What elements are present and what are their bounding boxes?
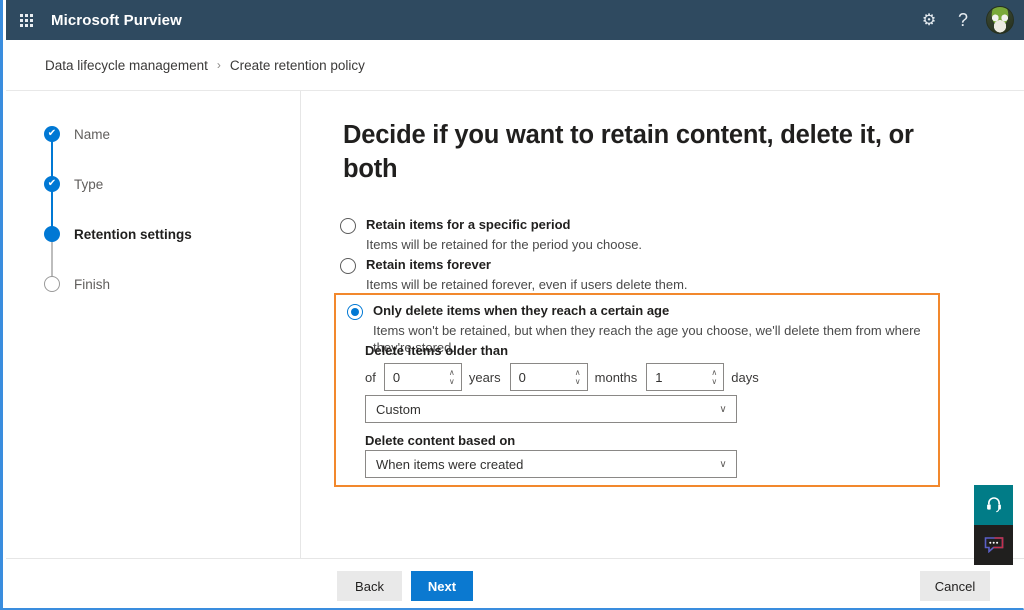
app-header: Microsoft Purview ⚙ ? bbox=[6, 0, 1024, 40]
radio-option-retain-forever[interactable]: Retain items forever Items will be retai… bbox=[340, 257, 688, 294]
delete-content-based-on-value: When items were created bbox=[376, 456, 524, 472]
page-title: Decide if you want to retain content, de… bbox=[343, 121, 914, 183]
sidebar-item-name[interactable]: ✔ Name bbox=[44, 124, 110, 144]
delete-option-content: Only delete items when they reach a cert… bbox=[336, 295, 938, 485]
avatar[interactable] bbox=[986, 6, 1014, 34]
app-title: Microsoft Purview bbox=[51, 11, 182, 29]
next-button[interactable]: Next bbox=[411, 571, 473, 601]
radio-button-icon[interactable] bbox=[340, 218, 356, 234]
days-spinner-arrows[interactable]: ∧ ∨ bbox=[705, 364, 723, 390]
help-headset-icon[interactable] bbox=[974, 485, 1013, 525]
radio-option-header: Retain items for a specific period bbox=[340, 217, 642, 234]
chevron-down-icon: ∨ bbox=[719, 403, 727, 415]
sidebar-item-label: Name bbox=[74, 126, 111, 142]
check-icon: ✔ bbox=[44, 126, 60, 142]
retention-period-preset-value: Custom bbox=[376, 401, 421, 417]
back-button[interactable]: Back bbox=[337, 571, 402, 601]
feedback-chat-bubble-icon[interactable] bbox=[974, 525, 1013, 565]
sidebar-item-retention-settings[interactable]: Retention settings bbox=[44, 224, 192, 244]
sidebar-item-finish[interactable]: Finish bbox=[44, 274, 110, 294]
radio-button-icon[interactable] bbox=[347, 304, 363, 320]
chevron-down-icon: ∨ bbox=[719, 458, 727, 470]
waffle-grid bbox=[19, 13, 33, 27]
breadcrumb-item-data-lifecycle-management[interactable]: Data lifecycle management bbox=[45, 58, 208, 73]
spin-down-icon[interactable]: ∨ bbox=[575, 377, 581, 386]
header-actions: ⚙ ? bbox=[912, 0, 1024, 40]
wizard-progress-rail: ✔ Name ✔ Type Retention settings Finish bbox=[6, 91, 301, 558]
delete-items-older-than-label: Delete items older than bbox=[365, 343, 509, 358]
question-mark-icon[interactable]: ? bbox=[946, 0, 980, 40]
empty-step-circle-icon bbox=[44, 276, 60, 292]
chevron-right-icon: › bbox=[216, 58, 221, 72]
radio-option-title: Only delete items when they reach a cert… bbox=[373, 303, 670, 318]
sidebar-item-type[interactable]: ✔ Type bbox=[44, 174, 103, 194]
delete-content-based-on-dropdown[interactable]: When items were created ∨ bbox=[365, 450, 737, 478]
radio-button-icon[interactable] bbox=[340, 258, 356, 274]
radio-option-only-delete-highlight-box[interactable]: Only delete items when they reach a cert… bbox=[334, 293, 940, 487]
days-unit-label: days bbox=[731, 369, 759, 385]
age-spinner-row: of 0 ∧ ∨ years 0 ∧ ∨ months 1 ∧ ∨ days bbox=[365, 363, 768, 391]
years-spinner-arrows[interactable]: ∧ ∨ bbox=[443, 364, 461, 390]
sidebar-item-label: Retention settings bbox=[74, 226, 192, 242]
app-window: Microsoft Purview ⚙ ? Data lifecycle man… bbox=[0, 0, 1024, 610]
cancel-button[interactable]: Cancel bbox=[920, 571, 990, 601]
months-unit-label: months bbox=[594, 369, 638, 385]
wizard-footer: Back Next Cancel bbox=[6, 558, 1024, 608]
radio-option-header: Only delete items when they reach a cert… bbox=[347, 303, 938, 320]
radio-option-description: Items will be retained forever, even if … bbox=[366, 277, 688, 292]
months-value[interactable]: 0 bbox=[511, 370, 569, 385]
app-launcher-waffle-icon[interactable] bbox=[6, 0, 46, 40]
spin-up-icon[interactable]: ∧ bbox=[449, 368, 455, 377]
days-spinner[interactable]: 1 ∧ ∨ bbox=[646, 363, 725, 391]
months-spinner-arrows[interactable]: ∧ ∨ bbox=[569, 364, 587, 390]
breadcrumb: Data lifecycle management › Create reten… bbox=[6, 40, 1024, 91]
gear-icon[interactable]: ⚙ bbox=[912, 0, 946, 40]
spin-down-icon[interactable]: ∨ bbox=[449, 377, 455, 386]
years-value[interactable]: 0 bbox=[385, 370, 443, 385]
spin-up-icon[interactable]: ∧ bbox=[711, 368, 717, 377]
sidebar-item-label: Type bbox=[74, 176, 104, 192]
delete-content-based-on-label: Delete content based on bbox=[365, 433, 516, 448]
current-step-dot-icon bbox=[44, 226, 60, 242]
radio-option-description: Items will be retained for the period yo… bbox=[366, 237, 643, 252]
radio-option-retain-specific-period[interactable]: Retain items for a specific period Items… bbox=[340, 217, 642, 254]
retention-period-preset-dropdown[interactable]: Custom ∨ bbox=[365, 395, 737, 423]
breadcrumb-item-create-retention-policy[interactable]: Create retention policy bbox=[230, 58, 365, 73]
years-unit-label: years bbox=[468, 369, 501, 385]
months-spinner[interactable]: 0 ∧ ∨ bbox=[509, 363, 588, 391]
days-value[interactable]: 1 bbox=[647, 370, 705, 385]
years-spinner[interactable]: 0 ∧ ∨ bbox=[383, 363, 462, 391]
floating-side-widget bbox=[974, 485, 1013, 565]
radio-option-header: Retain items forever bbox=[340, 257, 688, 274]
radio-option-title: Retain items for a specific period bbox=[366, 217, 571, 232]
sidebar-item-label: Finish bbox=[74, 276, 111, 292]
spin-up-icon[interactable]: ∧ bbox=[575, 368, 581, 377]
spin-down-icon[interactable]: ∨ bbox=[711, 377, 717, 386]
radio-option-title: Retain items forever bbox=[366, 257, 491, 272]
of-prefix-label: of bbox=[365, 369, 376, 385]
check-icon: ✔ bbox=[44, 176, 60, 192]
